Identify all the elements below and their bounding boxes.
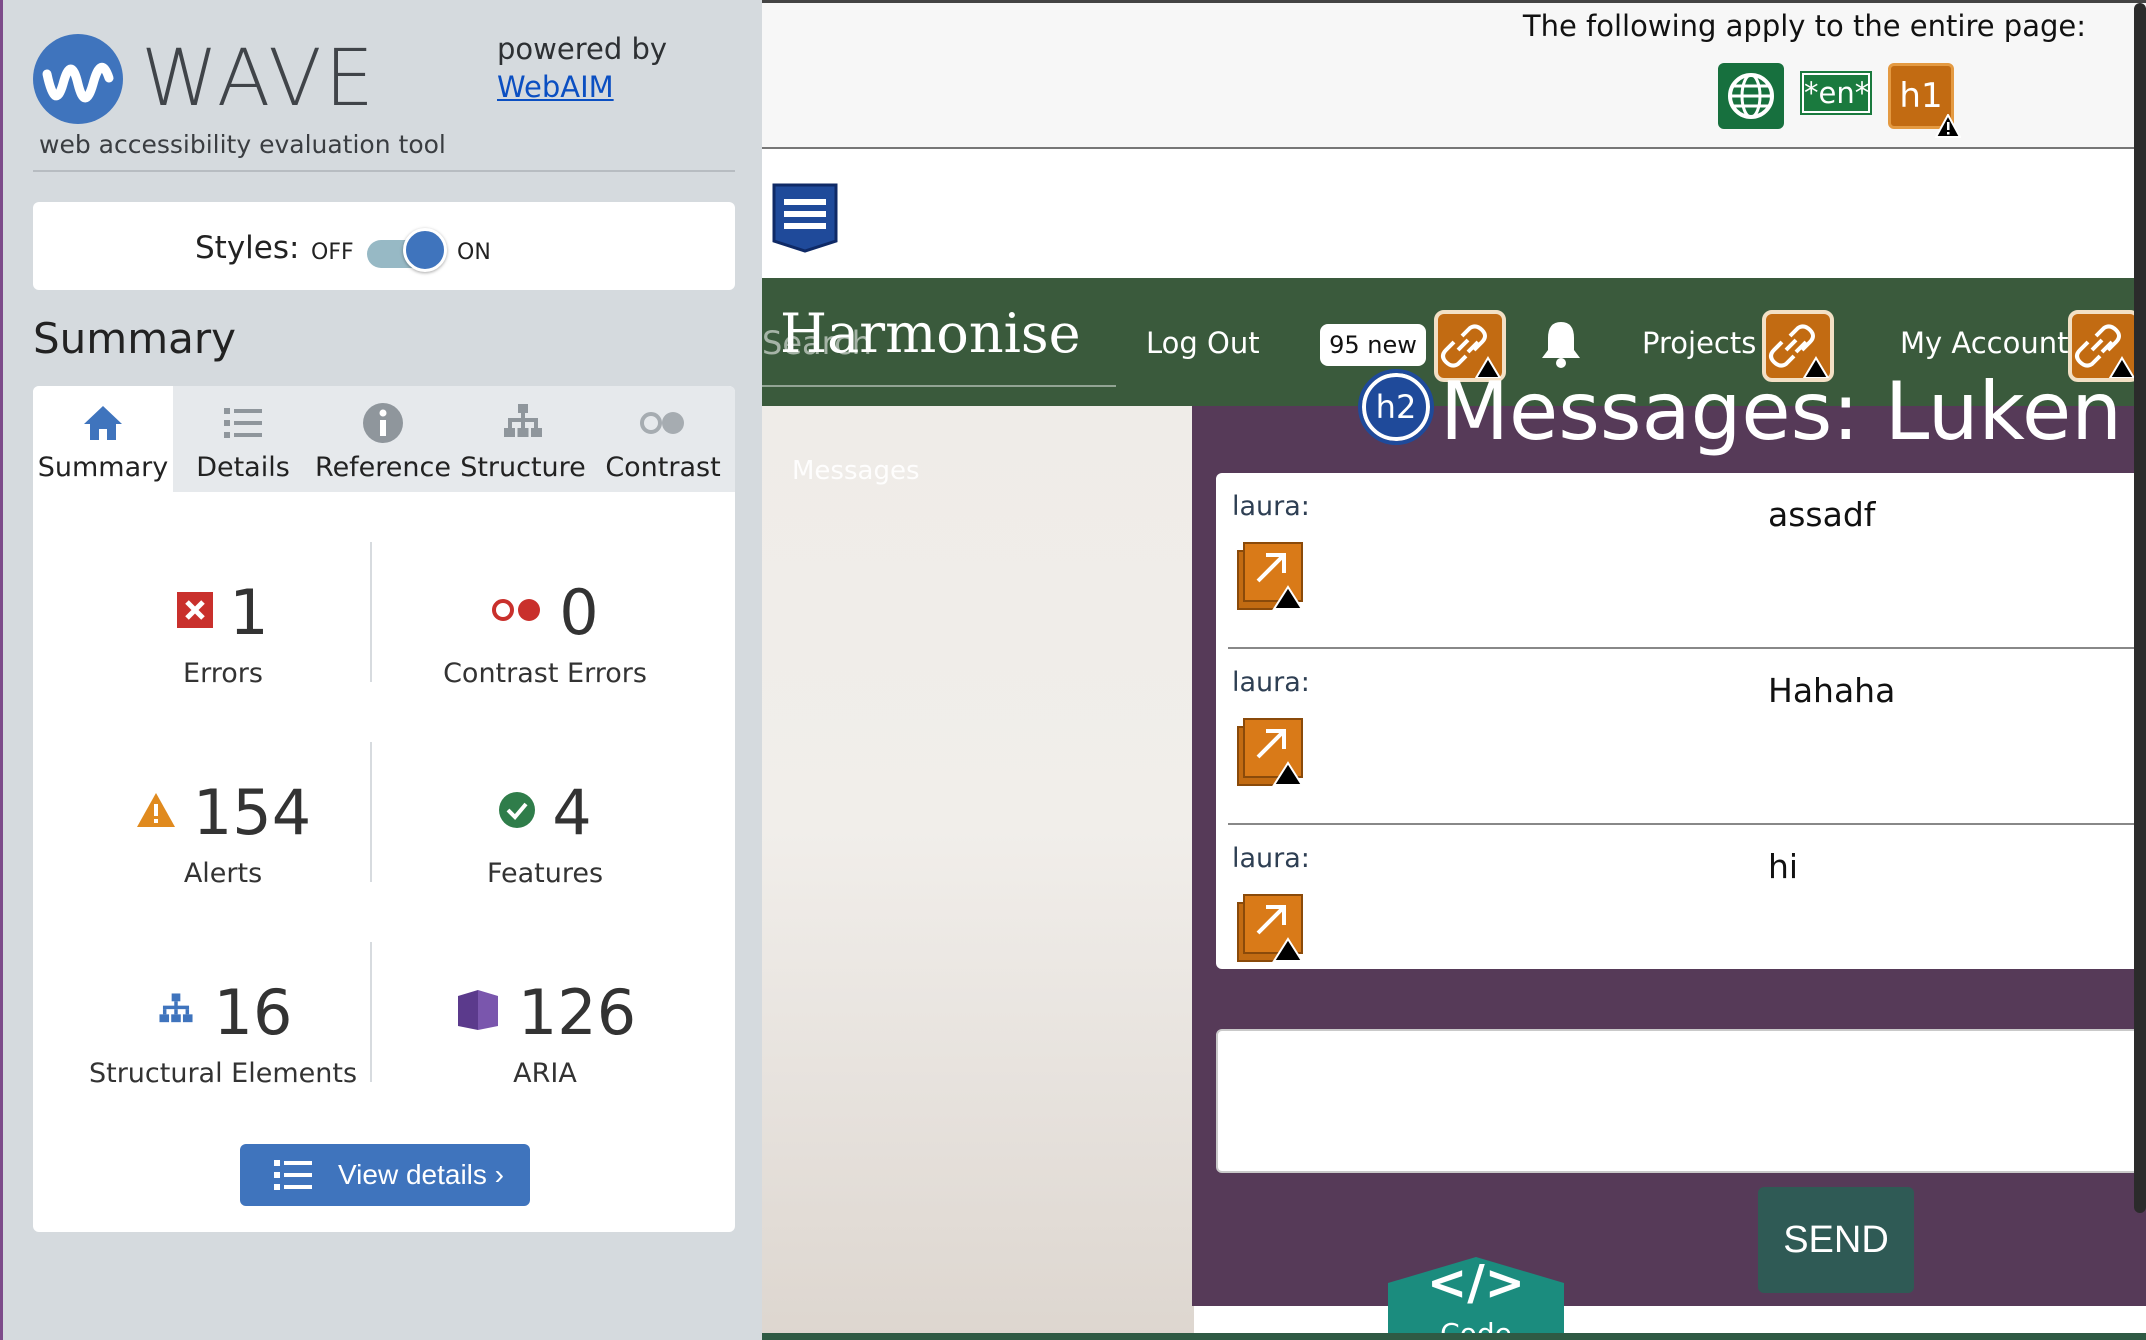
structural-count: 16	[213, 975, 293, 1049]
tab-details[interactable]: Details	[173, 386, 313, 492]
aria-icon	[454, 986, 502, 1038]
document-icon[interactable]	[770, 181, 840, 253]
message-list: laura: assadf laura: Hahaha laura: hi	[1216, 473, 2146, 969]
structure-icon	[154, 990, 198, 1034]
aria-count: 126	[517, 975, 637, 1049]
messages-ghost-text: Messages	[792, 456, 920, 486]
summary-heading: Summary	[33, 314, 236, 363]
errors-count: 1	[229, 575, 269, 649]
tab-contrast[interactable]: Contrast	[593, 386, 733, 492]
page-footer-strip	[762, 1333, 2146, 1340]
styles-on-label: ON	[457, 240, 491, 265]
message-text: Hahaha	[1768, 671, 1896, 710]
structural-label: Structural Elements	[88, 1058, 358, 1089]
tab-summary[interactable]: Summary	[33, 386, 173, 492]
styles-toggle-card: Styles: OFF ON	[33, 202, 735, 290]
warning-icon	[1935, 114, 1961, 138]
alerts-count: 154	[192, 775, 312, 849]
wave-logo-subtitle: web accessibility evaluation tool	[39, 130, 446, 159]
message-author: laura:	[1232, 667, 1310, 698]
message-author: laura:	[1232, 843, 1310, 874]
code-icon: </>	[1427, 1255, 1525, 1311]
view-details-button[interactable]: View details ›	[240, 1144, 530, 1206]
message-text: assadf	[1768, 495, 1876, 534]
logo-divider	[33, 170, 735, 172]
code-toggle-button[interactable]: </> Code	[1384, 1255, 1568, 1340]
tab-details-label: Details	[196, 452, 290, 483]
contrast-error-icon	[491, 595, 543, 629]
tab-reference[interactable]: Reference	[313, 386, 453, 492]
hierarchy-icon	[500, 400, 546, 446]
aria-label: ARIA	[513, 1058, 577, 1089]
bell-icon[interactable]	[1538, 318, 1584, 372]
message-item: laura: assadf	[1228, 473, 2146, 649]
wave-tabs: Summary Details Reference Structure Cont…	[33, 386, 735, 492]
styles-label: Styles:	[195, 230, 300, 266]
external-link-icon[interactable]	[1236, 715, 1306, 791]
contrast-errors-label: Contrast Errors	[443, 658, 647, 689]
webaim-link[interactable]: WebAIM	[497, 70, 614, 104]
powered-by: powered by WebAIM	[497, 30, 667, 106]
stat-alerts[interactable]: 154 Alerts	[63, 776, 383, 889]
styles-toggle-knob[interactable]	[403, 228, 447, 272]
external-link-icon[interactable]	[1236, 539, 1306, 615]
tab-reference-label: Reference	[315, 452, 451, 483]
stat-aria[interactable]: 126 ARIA	[385, 976, 705, 1089]
alerts-label: Alerts	[183, 858, 263, 889]
page-level-icons-bar: The following apply to the entire page: …	[762, 3, 2146, 149]
styles-off-label: OFF	[311, 240, 354, 265]
errors-label: Errors	[183, 658, 263, 689]
h1-badge[interactable]: h1	[1888, 63, 1961, 138]
send-button[interactable]: SEND	[1758, 1187, 1914, 1293]
h1-badge-label: h1	[1899, 76, 1943, 116]
nav-my-account[interactable]: My Account	[1900, 326, 2069, 360]
wave-sidebar: WAVE web accessibility evaluation tool p…	[0, 0, 762, 1340]
search-underline	[762, 385, 1116, 387]
message-text: hi	[1768, 847, 1799, 886]
message-item: laura: Hahaha	[1228, 649, 2146, 825]
messages-heading: Messages: Luken	[1440, 365, 2122, 458]
stat-errors[interactable]: 1 Errors	[63, 576, 383, 689]
stat-features[interactable]: 4 Features	[385, 775, 705, 890]
error-icon	[177, 592, 214, 632]
nav-logout[interactable]: Log Out	[1146, 326, 1260, 360]
h2-badge[interactable]: h2	[1358, 369, 1434, 445]
tab-summary-label: Summary	[37, 452, 169, 483]
page-preview: The following apply to the entire page: …	[762, 0, 2146, 1340]
list-icon	[220, 400, 266, 446]
view-details-label: View details ›	[338, 1159, 505, 1190]
stat-contrast-errors[interactable]: 0 Contrast Errors	[385, 575, 705, 690]
contrast-icon	[640, 400, 686, 446]
language-badge[interactable]: *en*	[1800, 71, 1872, 115]
nav-projects[interactable]: Projects	[1642, 326, 1756, 360]
globe-icon[interactable]	[1718, 63, 1784, 129]
wave-logo-text: WAVE	[141, 34, 377, 124]
message-input[interactable]	[1216, 1029, 2146, 1173]
tab-contrast-label: Contrast	[605, 452, 721, 483]
features-label: Features	[486, 858, 604, 889]
page-level-text: The following apply to the entire page:	[1522, 9, 2086, 43]
external-link-icon[interactable]	[1236, 891, 1306, 967]
page-scrollbar[interactable]	[2134, 3, 2146, 1213]
stat-structural[interactable]: 16 Structural Elements	[63, 975, 383, 1090]
contrast-errors-count: 0	[559, 575, 599, 649]
feature-check-icon	[498, 791, 536, 833]
new-count-badge[interactable]: 95 new	[1320, 324, 1426, 366]
info-icon	[360, 400, 406, 446]
features-count: 4	[552, 775, 592, 849]
wave-logo-icon	[33, 34, 123, 124]
summary-panel: Summary Details Reference Structure Cont…	[33, 386, 735, 1232]
background-photo: Messages	[762, 406, 1194, 1340]
tab-structure-label: Structure	[460, 452, 586, 483]
powered-by-text: powered by	[497, 32, 668, 66]
message-item: laura: hi	[1228, 825, 2146, 965]
brand-logo[interactable]: Harmonise	[780, 302, 1081, 365]
message-author: laura:	[1232, 491, 1310, 522]
tab-structure[interactable]: Structure	[453, 386, 593, 492]
home-icon	[80, 400, 126, 446]
list-icon	[274, 1158, 314, 1195]
alert-icon	[135, 791, 177, 833]
